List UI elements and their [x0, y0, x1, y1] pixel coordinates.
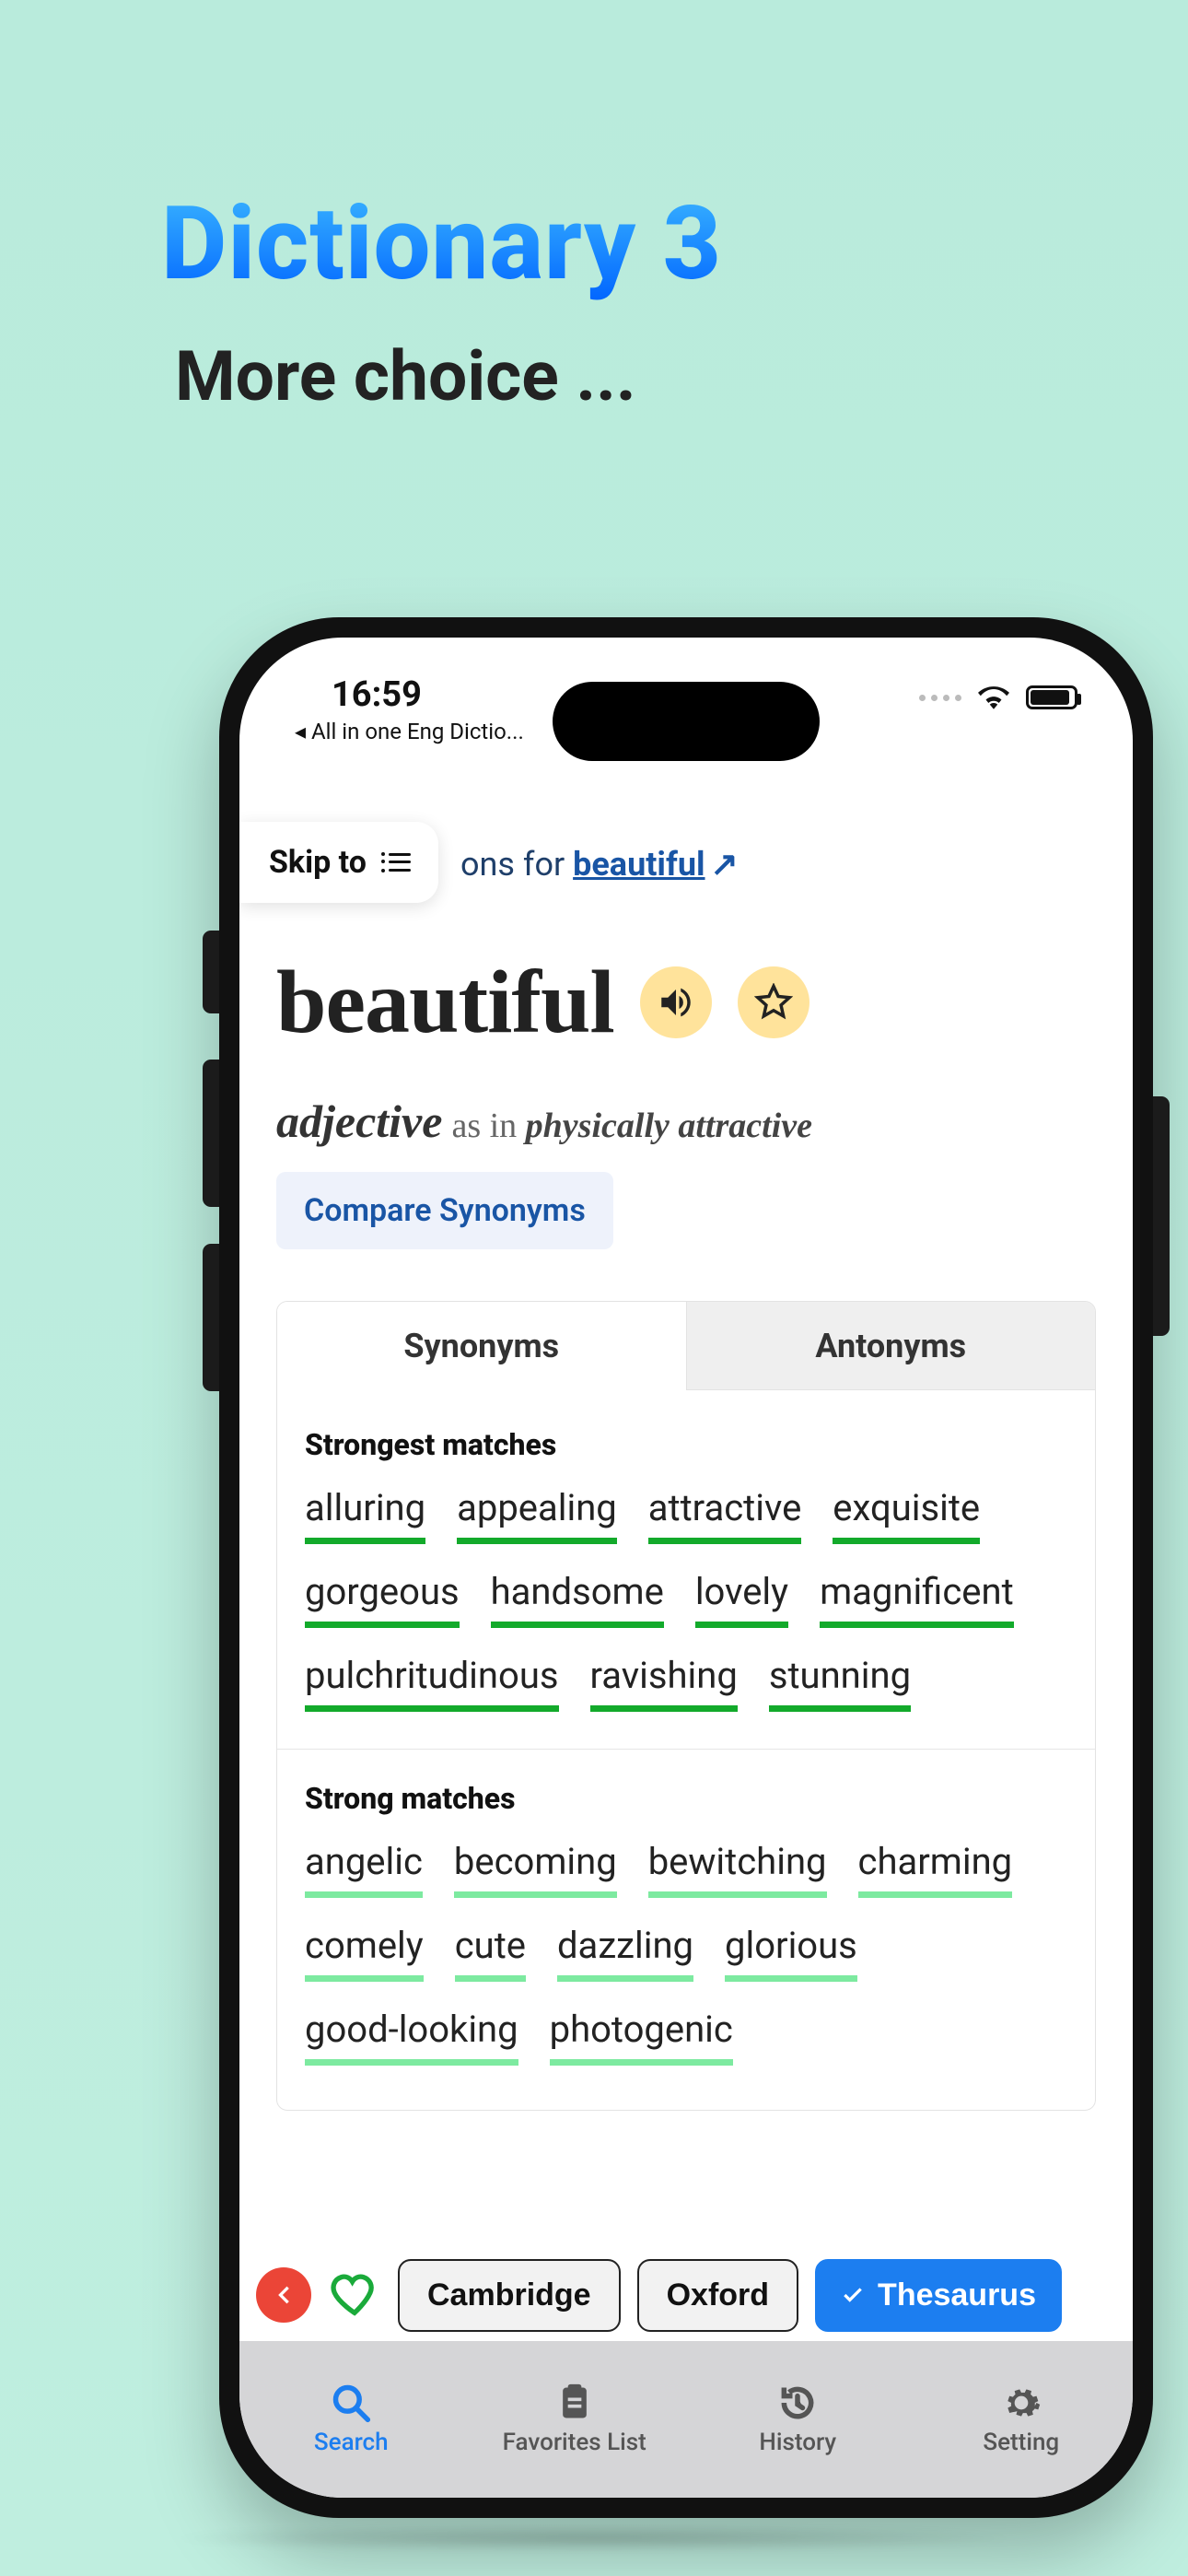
synonym-chip[interactable]: stunning [769, 1652, 911, 1712]
battery-icon [1026, 685, 1077, 709]
status-bar: 16:59 ◂ All in one Eng Dictio... [239, 674, 1133, 767]
as-in-phrase: physically attractive [526, 1107, 812, 1145]
entry-content: beautiful adjective as in physically att… [276, 951, 1096, 2111]
bottom-nav: Search Favorites List History Setting [239, 2341, 1133, 2498]
header-crumb: ons for beautiful↗ [460, 845, 739, 884]
synonym-chip[interactable]: magnificent [820, 1568, 1014, 1628]
part-of-speech: adjective [276, 1095, 442, 1147]
side-button [203, 1060, 219, 1207]
nav-setting-label: Setting [983, 2429, 1059, 2456]
tab-synonyms[interactable]: Synonyms [277, 1302, 686, 1390]
synonym-card: Synonyms Antonyms Strongest matches allu… [276, 1301, 1096, 2111]
nav-search-label: Search [314, 2429, 389, 2456]
favorite-heart-button[interactable] [328, 2268, 381, 2322]
pronounce-button[interactable] [640, 966, 712, 1038]
screen: 16:59 ◂ All in one Eng Dictio... Skip to… [239, 638, 1133, 2498]
side-button [203, 1244, 219, 1391]
synonym-chip[interactable]: glorious [725, 1922, 857, 1982]
phone-shadow [166, 2524, 1022, 2552]
synonym-chip[interactable]: comely [305, 1922, 424, 1982]
external-link-icon[interactable]: ↗ [711, 845, 739, 884]
synonym-chip[interactable]: pulchritudinous [305, 1652, 559, 1712]
synonym-chip[interactable]: becoming [454, 1838, 617, 1898]
group-label-strong: Strong matches [305, 1781, 1067, 1816]
skip-to-label: Skip to [269, 844, 367, 881]
synonym-chip[interactable]: angelic [305, 1838, 423, 1898]
synonym-chip[interactable]: lovely [695, 1568, 788, 1628]
nav-search[interactable]: Search [239, 2341, 463, 2498]
synonym-chip[interactable]: attractive [648, 1484, 802, 1544]
clipboard-icon [554, 2383, 595, 2423]
speaker-icon [657, 983, 695, 1022]
source-bar: Cambridge Oxford Thesaurus [239, 2249, 1133, 2341]
history-icon [777, 2383, 818, 2423]
divider [277, 1749, 1095, 1750]
skip-to-button[interactable]: Skip to [239, 822, 438, 903]
source-thesaurus-label: Thesaurus [878, 2277, 1036, 2313]
nav-favorites-label: Favorites List [503, 2429, 646, 2456]
gear-icon [1001, 2383, 1042, 2423]
synonym-chip[interactable]: gorgeous [305, 1568, 460, 1628]
synonym-chip[interactable]: handsome [491, 1568, 664, 1628]
nav-history-label: History [759, 2429, 836, 2456]
source-cambridge-button[interactable]: Cambridge [398, 2259, 621, 2332]
tab-antonyms[interactable]: Antonyms [686, 1302, 1096, 1390]
synonym-chip[interactable]: dazzling [557, 1922, 693, 1982]
star-icon [754, 983, 793, 1022]
crumb-prefix: ons for [460, 845, 573, 884]
as-in-prefix: as in [451, 1107, 525, 1145]
synonym-chip[interactable]: cute [455, 1922, 526, 1982]
synonym-chip[interactable]: appealing [457, 1484, 617, 1544]
list-icon [381, 853, 411, 872]
synonym-chip[interactable]: exquisite [833, 1484, 980, 1544]
nav-history[interactable]: History [686, 2341, 910, 2498]
phone-frame: 16:59 ◂ All in one Eng Dictio... Skip to… [219, 617, 1153, 2518]
group-label-strongest: Strongest matches [305, 1427, 1067, 1462]
promo-title: Dictionary 3 [161, 184, 722, 303]
headword: beautiful [276, 951, 614, 1054]
back-button[interactable] [256, 2267, 311, 2323]
status-back-app[interactable]: ◂ All in one Eng Dictio... [295, 719, 524, 744]
status-time: 16:59 [332, 674, 524, 715]
cellular-icon [919, 695, 961, 701]
nav-setting[interactable]: Setting [910, 2341, 1134, 2498]
search-icon [331, 2383, 371, 2423]
synonym-chip[interactable]: alluring [305, 1484, 425, 1544]
source-thesaurus-button[interactable]: Thesaurus [815, 2259, 1062, 2332]
side-button [203, 931, 219, 1013]
compare-synonyms-button[interactable]: Compare Synonyms [276, 1172, 613, 1249]
side-button [1153, 1096, 1170, 1336]
favorite-button[interactable] [738, 966, 809, 1038]
arrow-left-icon [271, 2282, 297, 2308]
synonym-chip[interactable]: charming [858, 1838, 1013, 1898]
synonym-chip[interactable]: bewitching [648, 1838, 827, 1898]
check-icon [841, 2283, 865, 2307]
synonym-chip[interactable]: good-looking [305, 2006, 518, 2066]
crumb-word-link[interactable]: beautiful [573, 845, 705, 884]
synonym-chip[interactable]: ravishing [590, 1652, 738, 1712]
synonym-chip[interactable]: photogenic [550, 2006, 733, 2066]
nav-favorites[interactable]: Favorites List [463, 2341, 687, 2498]
wifi-icon [978, 685, 1009, 709]
promo-subtitle: More choice ... [175, 336, 636, 417]
source-oxford-button[interactable]: Oxford [637, 2259, 798, 2332]
